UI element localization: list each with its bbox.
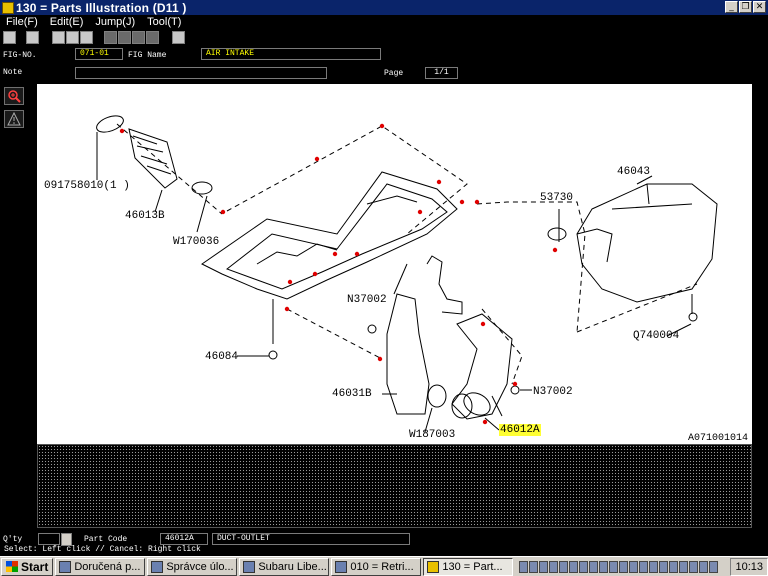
task-subaru[interactable]: Subaru Libe... <box>239 557 330 576</box>
page-field: 1/1 <box>425 67 458 79</box>
tray-icon[interactable] <box>519 560 529 573</box>
nav-next-icon[interactable] <box>132 31 145 44</box>
part-label-w170036[interactable]: W170036 <box>173 236 219 248</box>
qty-field[interactable] <box>38 533 60 545</box>
tray-icon[interactable] <box>709 560 719 573</box>
clock[interactable]: 10:13 <box>730 557 768 576</box>
tray-icon[interactable] <box>649 560 659 573</box>
task-mail[interactable]: Doručená p... <box>55 557 146 576</box>
part-label-46043[interactable]: 46043 <box>617 166 650 178</box>
tray-icon[interactable] <box>669 560 679 573</box>
tray-icon[interactable] <box>599 560 609 573</box>
part-label-46084[interactable]: 46084 <box>205 351 238 363</box>
parts-app-icon <box>427 560 440 573</box>
list-icon[interactable] <box>80 31 93 44</box>
menu-jump[interactable]: Jump(J) <box>89 15 141 29</box>
note-label: Note <box>3 68 23 77</box>
part-label-q740004[interactable]: Q740004 <box>633 330 679 342</box>
menu-file[interactable]: File(F) <box>0 15 44 29</box>
illustration-svg <box>96 115 718 433</box>
part-name-field: DUCT-OUTLET <box>212 533 410 545</box>
nav-prev-icon[interactable] <box>118 31 131 44</box>
menu-edit[interactable]: Edit(E) <box>44 15 90 29</box>
part-label-n37002-lower[interactable]: N37002 <box>533 386 573 398</box>
fig-name-label: FIG Name <box>128 51 167 60</box>
qty-label: Q'ty <box>3 535 23 544</box>
fig-no-field[interactable]: 071-01 <box>75 48 123 60</box>
close-button[interactable]: ✕ <box>753 1 766 13</box>
task-manager-icon <box>151 560 164 573</box>
tray-icon[interactable] <box>589 560 599 573</box>
start-label: Start <box>21 559 49 574</box>
restore-button[interactable]: ❐ <box>739 1 752 13</box>
part-code-field: 46012A <box>160 533 208 545</box>
print-icon[interactable] <box>3 31 16 44</box>
status-bar: Select: Left click // Cancel: Right clic… <box>4 545 201 554</box>
start-button[interactable]: Start <box>1 557 54 576</box>
tray-icon[interactable] <box>619 560 629 573</box>
fig-name-field[interactable]: AIR INTAKE <box>201 48 381 60</box>
picture-icon[interactable] <box>172 31 185 44</box>
part-label-46012a-selected[interactable]: 46012A <box>499 424 541 436</box>
tray-icon[interactable] <box>529 560 539 573</box>
app-icon <box>2 1 14 14</box>
part-label-w187003[interactable]: W187003 <box>409 429 455 441</box>
tray-icon[interactable] <box>579 560 589 573</box>
menu-tool[interactable]: Tool(T) <box>141 15 187 29</box>
app-window-icon <box>335 560 348 573</box>
windows-logo-icon <box>6 561 18 572</box>
task-label: Doručená p... <box>74 560 141 573</box>
minimize-button[interactable]: _ <box>725 1 738 13</box>
zoom-in-icon[interactable] <box>4 87 24 105</box>
paste-icon[interactable] <box>66 31 79 44</box>
nav-first-icon[interactable] <box>104 31 117 44</box>
nav-last-icon[interactable] <box>146 31 159 44</box>
toolbar <box>0 30 768 46</box>
task-label: Subaru Libe... <box>258 560 327 573</box>
clamp-2-shape <box>191 181 213 195</box>
task-label: 130 = Part... <box>442 560 503 573</box>
part-label-46013b[interactable]: 46013B <box>125 210 165 222</box>
task-label: 010 = Retri... <box>350 560 414 573</box>
boot-shape <box>128 128 178 189</box>
part-label-091758010[interactable]: 091758010(1 ) <box>44 180 130 192</box>
taskbar: Start Doručená p... Správce úlo... Subar… <box>0 556 768 576</box>
part-label-46031b[interactable]: 46031B <box>332 388 372 400</box>
menu-bar: File(F) Edit(E) Jump(J) Tool(T) <box>0 15 768 29</box>
mail-icon <box>59 560 72 573</box>
parts-list-area[interactable] <box>37 444 752 528</box>
note-field[interactable] <box>75 67 327 79</box>
fig-no-label: FIG-NO. <box>3 51 37 60</box>
tray-icon[interactable] <box>659 560 669 573</box>
tray-icon[interactable] <box>539 560 549 573</box>
task-parts-illustration[interactable]: 130 = Part... <box>423 557 514 576</box>
tray-icon[interactable] <box>639 560 649 573</box>
copy-icon[interactable] <box>52 31 65 44</box>
part-label-53730[interactable]: 53730 <box>540 192 573 204</box>
window-title: 130 = Parts Illustration (D11 ) <box>16 0 187 15</box>
task-retrieval[interactable]: 010 = Retri... <box>331 557 422 576</box>
illustration-ref-number: A071001014 <box>687 433 748 444</box>
tray-icons <box>517 558 720 576</box>
tray-icon[interactable] <box>699 560 709 573</box>
page-label: Page <box>384 69 404 78</box>
title-bar: 130 = Parts Illustration (D11 ) _ ❐ ✕ <box>0 0 768 15</box>
task-task-manager[interactable]: Správce úlo... <box>147 557 238 576</box>
tray-icon[interactable] <box>609 560 619 573</box>
parts-illustration[interactable]: 091758010(1 ) 46013B W170036 46084 N3700… <box>37 84 752 444</box>
part-label-n37002-upper[interactable]: N37002 <box>347 294 387 306</box>
tray-icon[interactable] <box>569 560 579 573</box>
browser-icon <box>243 560 256 573</box>
warning-icon[interactable] <box>4 110 24 128</box>
tray-icon[interactable] <box>679 560 689 573</box>
tray-icon[interactable] <box>629 560 639 573</box>
tray-icon[interactable] <box>689 560 699 573</box>
task-label: Správce úlo... <box>166 560 234 573</box>
export-icon[interactable] <box>26 31 39 44</box>
tray-icon[interactable] <box>559 560 569 573</box>
tray-icon[interactable] <box>549 560 559 573</box>
part-code-label: Part Code <box>84 535 128 544</box>
